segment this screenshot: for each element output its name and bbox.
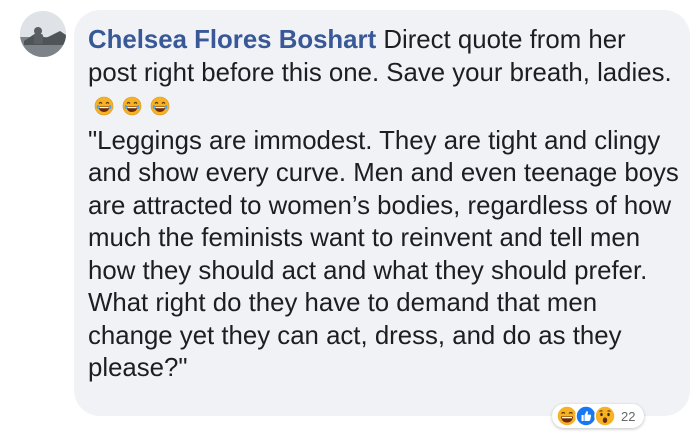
comment-body: Chelsea Flores Boshart Direct quote from… xyxy=(88,24,680,385)
wow-reaction-icon xyxy=(594,405,616,427)
laughing-emoji-icon xyxy=(122,96,142,116)
comment-author-link[interactable]: Chelsea Flores Boshart xyxy=(88,26,376,54)
avatar-photo xyxy=(20,11,66,57)
reactions-summary[interactable]: 22 xyxy=(552,404,645,428)
comment-bubble: Chelsea Flores Boshart Direct quote from… xyxy=(74,10,690,416)
comment-quote-text: "Leggings are immodest. They are tight a… xyxy=(88,126,679,383)
laughing-emoji-icon xyxy=(151,96,170,116)
laughing-emoji-icon xyxy=(94,96,114,116)
avatar[interactable] xyxy=(20,11,66,57)
inline-emoji-group xyxy=(94,92,171,125)
reaction-count: 22 xyxy=(621,408,636,424)
